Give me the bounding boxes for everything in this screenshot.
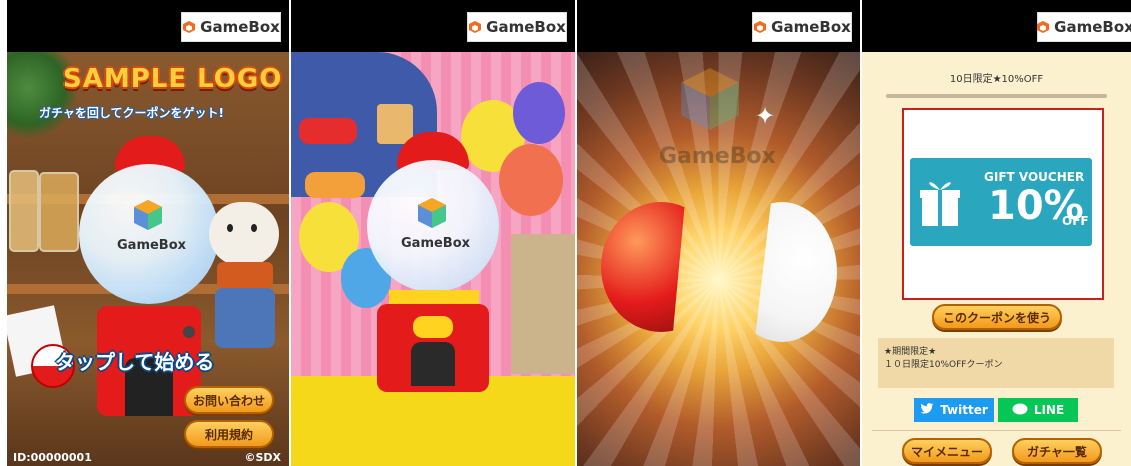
coupon-desc-line1: ★期間限定★ xyxy=(884,347,937,357)
coupon-scene: 10日限定★10%OFF GIFT VOUCHER 10% OFF このクーポン… xyxy=(862,52,1131,466)
copyright: ©SDX xyxy=(244,451,281,464)
use-coupon-button[interactable]: このクーポンを使う xyxy=(932,304,1062,330)
gacha-room-scene[interactable]: GameBox xyxy=(291,52,575,466)
title-scene[interactable]: SAMPLE LOGO ガチャを回してクーポンをゲット! GameBox タップ… xyxy=(7,52,289,466)
terms-button[interactable]: 利用規約 xyxy=(184,420,274,448)
gamebox-cube-icon xyxy=(468,20,482,34)
gamebox-badge-text: GameBox xyxy=(200,18,280,36)
gift-box-icon xyxy=(920,176,960,228)
gamebox-cube-icon xyxy=(753,20,767,34)
capsule-scene[interactable]: GameBox ✦ xyxy=(577,52,860,466)
jar xyxy=(9,170,39,252)
contact-button[interactable]: お問い合わせ xyxy=(184,386,274,414)
gamebox-badge-text: GameBox xyxy=(1054,18,1131,36)
gift-voucher: GIFT VOUCHER 10% OFF xyxy=(910,158,1092,246)
balloon xyxy=(513,82,565,144)
jar xyxy=(39,172,79,252)
gamebox-badge: GameBox xyxy=(181,12,281,42)
coupon-description: ★期間限定★ １０日限定10%OFFクーポン xyxy=(878,338,1114,388)
machine-logo-cube-icon xyxy=(415,196,449,230)
faded-logo-cube-icon xyxy=(675,64,745,134)
coupon-desc-line2: １０日限定10%OFFクーポン xyxy=(884,360,1003,370)
dog-character xyxy=(203,202,285,362)
gamebox-badge: GameBox xyxy=(467,12,567,42)
line-share-button[interactable]: LINE xyxy=(998,398,1078,422)
gamebox-badge: GameBox xyxy=(1037,12,1131,42)
gamebox-badge-text: GameBox xyxy=(771,18,851,36)
machine-logo-cube-icon xyxy=(131,198,165,232)
machine-label: GameBox xyxy=(117,238,187,253)
sparkle-icon: ✦ xyxy=(755,102,776,130)
panel-capsule-open: GameBox GameBox ✦ xyxy=(577,0,860,466)
user-id: ID:00000001 xyxy=(13,451,92,464)
my-menu-button[interactable]: マイメニュー xyxy=(902,438,992,464)
panel-gacha-room: GameBox GameBox xyxy=(291,0,575,466)
coupon-image-frame: GIFT VOUCHER 10% OFF xyxy=(902,108,1104,300)
subtitle: ガチャを回してクーポンをゲット! xyxy=(39,106,224,120)
voucher-off: OFF xyxy=(1062,214,1089,228)
line-bubble-icon xyxy=(1012,403,1028,418)
gacha-list-button[interactable]: ガチャ一覧 xyxy=(1012,438,1102,464)
twitter-label: Twitter xyxy=(940,403,988,417)
panel-coupon: GameBox 10日限定★10%OFF GIFT VOUCHER 10% OF… xyxy=(862,0,1131,466)
machine-globe xyxy=(79,164,219,304)
twitter-bird-icon xyxy=(920,402,934,418)
divider-bar xyxy=(886,94,1107,98)
machine-handle[interactable] xyxy=(413,316,453,338)
twitter-share-button[interactable]: Twitter xyxy=(914,398,994,422)
gamebox-cube-icon xyxy=(182,20,196,34)
cardboard-box xyxy=(511,234,575,374)
gacha-machine[interactable]: GameBox xyxy=(363,132,513,392)
voucher-title: GIFT VOUCHER xyxy=(984,170,1085,184)
coupon-header: 10日限定★10%OFF xyxy=(949,74,1044,85)
tap-to-start[interactable]: タップして始める xyxy=(55,346,214,375)
line-label: LINE xyxy=(1033,403,1065,417)
sample-logo: SAMPLE LOGO xyxy=(63,64,283,94)
footer-divider xyxy=(872,430,1121,431)
toy-car xyxy=(299,118,357,144)
gamebox-badge-text: GameBox xyxy=(486,18,566,36)
toy-car xyxy=(305,172,365,198)
faded-machine-label: GameBox xyxy=(659,144,776,169)
machine-label: GameBox xyxy=(401,236,471,251)
coin-slot-icon xyxy=(183,326,195,338)
panel-title-screen: GameBox SAMPLE LOGO ガチャを回してクーポンをゲット! Gam… xyxy=(7,0,289,466)
gamebox-cube-icon xyxy=(1036,20,1050,34)
gamebox-badge: GameBox xyxy=(752,12,852,42)
machine-chute xyxy=(411,342,455,386)
